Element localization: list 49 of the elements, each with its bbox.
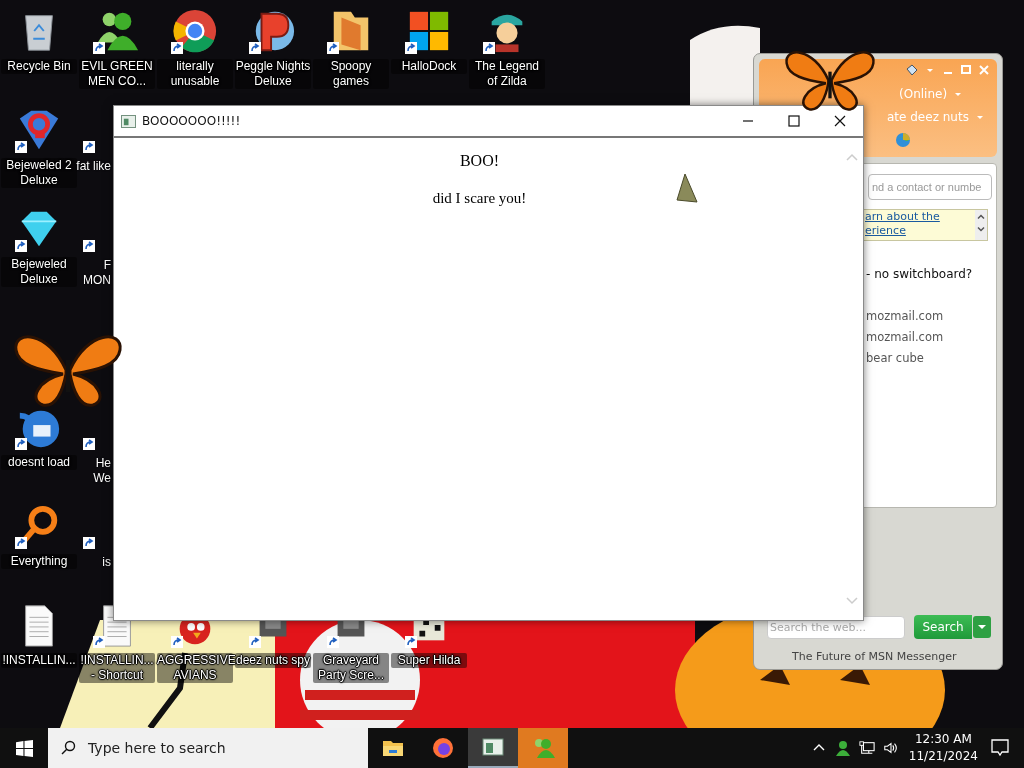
- desktop-icon-label[interactable]: is: [102, 555, 111, 570]
- desktop-icon-label[interactable]: Everything: [1, 554, 77, 569]
- desktop-icon-label[interactable]: F MON: [83, 258, 111, 288]
- taskbar-app-button[interactable]: [468, 728, 518, 768]
- leaf-drawing: [675, 172, 699, 204]
- person-icon[interactable]: [834, 740, 851, 756]
- taskbar-search-field[interactable]: Type here to search: [48, 728, 368, 768]
- desktop-icon-label[interactable]: literally unusable: [157, 59, 233, 89]
- window-title: BOOOOOOO!!!!!: [142, 114, 242, 128]
- app-window-icon: [481, 735, 505, 759]
- clock-time: 12:30 AM: [914, 731, 972, 748]
- windows-start-icon[interactable]: [16, 739, 33, 757]
- footer-text: The Future of MSN Messenger: [792, 650, 958, 663]
- app-window-icon: [121, 114, 136, 128]
- desktop-icon-label[interactable]: EVIL GREEN MEN CO...: [79, 59, 155, 89]
- desktop-icon-label[interactable]: !INSTALLIN...: [1, 653, 77, 668]
- desktop-icon-label[interactable]: He We: [93, 456, 111, 486]
- search-placeholder: Type here to search: [88, 740, 226, 756]
- browser-icon: [431, 736, 455, 760]
- browser-icon[interactable]: [172, 8, 218, 54]
- search-icon: [60, 740, 76, 756]
- desktop-icon-label[interactable]: HalloDock: [391, 59, 467, 74]
- volume-icon[interactable]: [882, 740, 899, 756]
- contact-search-field[interactable]: nd a contact or numbe: [868, 174, 992, 200]
- contact-item[interactable]: mozmail.com: [866, 330, 988, 345]
- paint-bucket-icon[interactable]: [905, 63, 919, 77]
- maximize-icon[interactable]: [787, 114, 801, 128]
- clock[interactable]: 12:30 AM 11/21/2024: [908, 731, 978, 765]
- desktop-icon-label[interactable]: Bejeweled 2 Deluxe: [1, 158, 77, 188]
- desktop-icon-label[interactable]: Spoopy games: [313, 59, 389, 89]
- desktop-icon-label[interactable]: Recycle Bin: [1, 59, 77, 74]
- notice-link[interactable]: arn about the: [865, 210, 940, 224]
- contact-item[interactable]: mozmail.com: [866, 309, 988, 324]
- clock-date: 11/21/2024: [908, 748, 978, 765]
- desktop-icon-label[interactable]: doesnt load: [1, 455, 77, 470]
- desktop-icon-label[interactable]: deez nuts spy: [235, 653, 311, 668]
- desktop-icon-label[interactable]: Graveyard Party Scre...: [313, 653, 389, 683]
- notification-icon[interactable]: [990, 738, 1010, 758]
- desktop-icon-label[interactable]: fat like: [76, 159, 111, 174]
- desktop-icon-label[interactable]: Peggle Nights Deluxe: [235, 59, 311, 89]
- contact-item[interactable]: bear cube: [866, 351, 988, 366]
- network-icon[interactable]: [858, 740, 875, 756]
- desktop-icon-label[interactable]: The Legend of Zilda: [469, 59, 545, 89]
- desktop-icon-label[interactable]: Bejeweled Deluxe: [1, 257, 77, 287]
- message-text: did I scare you!: [432, 190, 527, 207]
- contact-group-header[interactable]: - no switchboard?: [866, 267, 988, 281]
- heading-text: BOO!: [459, 152, 500, 170]
- notice-link[interactable]: erience: [865, 224, 940, 238]
- close-icon[interactable]: [833, 114, 847, 128]
